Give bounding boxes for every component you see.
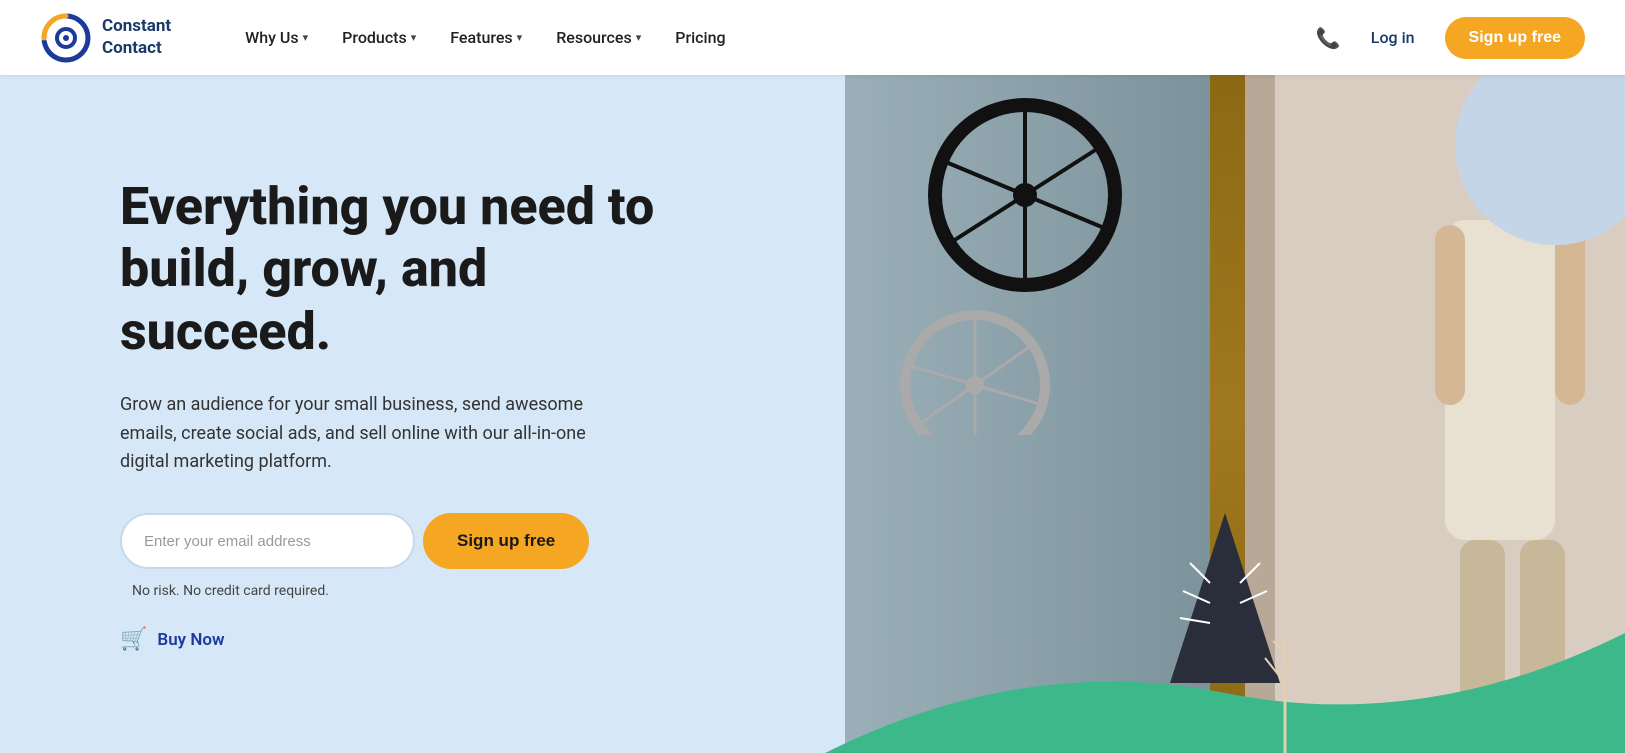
buy-now-link[interactable]: 🛒 Buy Now — [120, 627, 700, 652]
hero-section: Everything you need to build, grow, and … — [0, 75, 1625, 753]
cart-icon: 🛒 — [120, 627, 147, 652]
chevron-down-icon: ▾ — [411, 31, 417, 44]
signup-button[interactable]: Sign up free — [1445, 17, 1585, 59]
chevron-down-icon: ▾ — [636, 31, 642, 44]
chevron-down-icon: ▾ — [303, 31, 309, 44]
logo[interactable]: Constant Contact — [40, 12, 171, 64]
hero-signup-button[interactable]: Sign up free — [423, 513, 589, 569]
login-button[interactable]: Log in — [1359, 20, 1427, 55]
email-input[interactable] — [120, 513, 415, 569]
no-risk-text: No risk. No credit card required. — [132, 583, 700, 599]
header: Constant Contact Why Us ▾ Products ▾ Fea… — [0, 0, 1625, 75]
phone-icon[interactable]: 📞 — [1316, 26, 1341, 50]
tree-decorations — [1125, 503, 1325, 753]
hero-heading: Everything you need to build, grow, and … — [120, 176, 700, 363]
nav-item-why-us[interactable]: Why Us ▾ — [231, 20, 322, 55]
nav-item-products[interactable]: Products ▾ — [328, 20, 430, 55]
nav-item-resources[interactable]: Resources ▾ — [542, 20, 655, 55]
logo-icon — [40, 12, 92, 64]
nav-item-pricing[interactable]: Pricing — [661, 20, 739, 55]
logo-text: Constant Contact — [102, 16, 171, 59]
bike-illustration — [865, 95, 1185, 435]
hero-subtext: Grow an audience for your small business… — [120, 391, 620, 477]
nav-item-features[interactable]: Features ▾ — [436, 20, 536, 55]
chevron-down-icon: ▾ — [517, 31, 523, 44]
header-right: 📞 Log in Sign up free — [1316, 17, 1585, 59]
hero-content: Everything you need to build, grow, and … — [0, 116, 700, 713]
hero-form: Sign up free — [120, 513, 700, 569]
main-nav: Why Us ▾ Products ▾ Features ▾ Resources… — [231, 20, 1316, 55]
